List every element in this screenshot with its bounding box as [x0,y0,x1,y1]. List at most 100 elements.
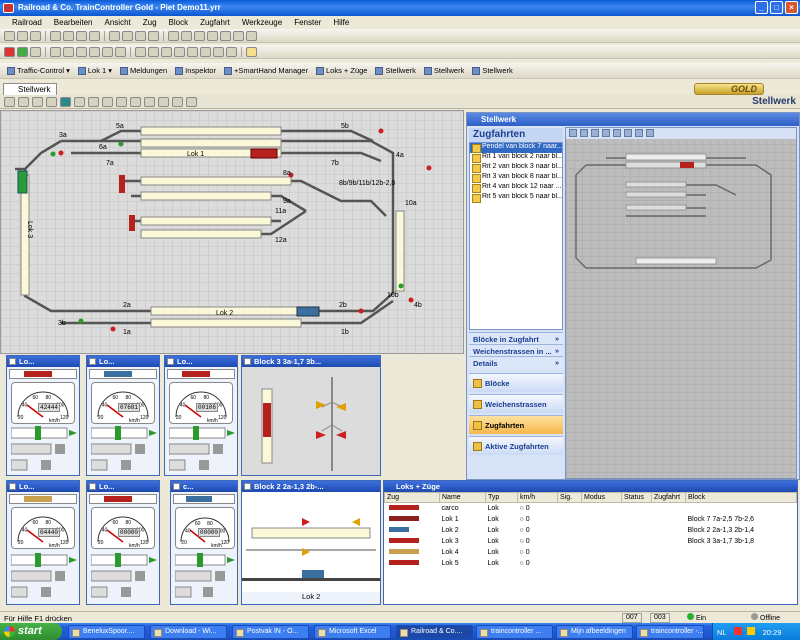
status-offline[interactable]: Offline [748,613,783,623]
train-icon[interactable] [63,46,74,57]
pencil-icon[interactable] [18,96,29,107]
lok-window-5[interactable]: Lo... 20 40 60 80 100 120 km/h 00000 [86,480,160,605]
new-icon[interactable] [4,30,15,41]
menu-zugfahrt[interactable]: Zugfahrt [194,16,236,29]
undo-icon[interactable] [109,30,120,41]
tray-icon[interactable] [734,627,743,635]
table-row[interactable]: carco Lok ○ 0 [385,503,797,514]
flag-icon[interactable] [161,46,172,57]
nav-zugfahrten-button[interactable]: Zugfahrten [469,415,563,434]
list-item[interactable]: Pendel van block 7 naar... [470,143,562,153]
help-icon[interactable] [246,30,257,41]
table-row[interactable]: Lok 3 Lok ○ 0 Block 3 3a-1,7 3b-1,8 [385,536,797,547]
lok-window-title[interactable]: Lo... [7,356,79,367]
throttle-controls[interactable] [91,553,157,601]
clock-icon[interactable] [246,46,257,57]
zoom-in-icon[interactable] [135,30,146,41]
block3-window[interactable]: Block 3 3a-1,7 3b... [241,355,381,476]
stellwerk-button-1[interactable]: Stellwerk [372,66,418,75]
first-icon[interactable] [569,129,577,137]
list-item[interactable]: Rit 4 van block 12 naar ... [470,183,562,193]
lok-window-title[interactable]: c... [171,481,237,492]
open-icon[interactable] [17,30,28,41]
block2-window[interactable]: Block 2 2a-1,3 2b-... Lok 2 [241,480,381,605]
counter-icon[interactable] [213,46,224,57]
loco-select[interactable] [173,494,235,504]
list-item[interactable]: Rit 1 van block 2 naar bl... [470,153,562,163]
menu-hilfe[interactable]: Hilfe [327,16,355,29]
language-indicator[interactable]: NL [717,628,726,637]
meldungen-button[interactable]: Meldungen [117,66,170,75]
brush-icon[interactable] [32,96,43,107]
menu-block[interactable]: Block [163,16,195,29]
fill-icon[interactable] [46,96,57,107]
magnet-icon[interactable] [187,46,198,57]
loco-list-icon[interactable] [226,46,237,57]
schedule-icon[interactable] [135,46,146,57]
menu-railroad[interactable]: Railroad [6,16,48,29]
throttle-controls[interactable] [175,553,235,601]
col-zugfahrt[interactable]: Zugfahrt [651,492,686,503]
rect-icon[interactable] [613,129,621,137]
prev-icon[interactable] [580,129,588,137]
loco-select[interactable] [89,369,157,379]
loks-zuege-window[interactable]: Loks + Züge Zug Name Typ km/h Sig. Modus… [383,480,798,605]
stellwerk-button-2[interactable]: Stellwerk [421,66,467,75]
col-sig[interactable]: Sig. [557,492,582,503]
script-icon[interactable] [200,46,211,57]
taskbar-item[interactable]: BeneluxSpoor.... [68,625,145,639]
next-icon[interactable] [591,129,599,137]
inspektor-button[interactable]: Inspektor [172,66,219,75]
tray-icon[interactable] [746,627,755,635]
col-kmh[interactable]: km/h [517,492,558,503]
taskbar-item[interactable]: Download - Wi... [150,625,227,639]
table-icon[interactable] [172,96,183,107]
text-icon[interactable] [116,96,127,107]
taskbar-item[interactable]: Postvak IN - O... [232,625,309,639]
table-row[interactable]: Lok 4 Lok ○ 0 [385,547,797,558]
image-icon[interactable] [186,96,197,107]
loco-select[interactable] [89,494,157,504]
list-item[interactable]: Rit 3 van block 8 naar bl... [470,173,562,183]
macro-icon[interactable] [148,46,159,57]
route-overview-map[interactable] [565,127,797,479]
track-layout-panel[interactable]: 3a 5a 5b 6a 7a 7b 4a Lok 1 8a 8b/9b/11b/… [0,110,464,354]
route-icon[interactable] [89,46,100,57]
taskbar-item[interactable]: Microsoft Excel [314,625,391,639]
loco-select[interactable] [9,494,77,504]
loks-zuege-button[interactable]: Loks + Züge [313,66,370,75]
loco-select[interactable] [9,369,77,379]
color-picker-icon[interactable] [60,96,71,107]
menu-werkzeuge[interactable]: Werkzeuge [236,16,288,29]
cut-icon[interactable] [50,30,61,41]
user-icon[interactable] [635,129,643,137]
loks-zuege-title[interactable]: Loks + Züge [384,481,797,492]
collapsible-details[interactable]: Details» [469,356,563,368]
shape-icon[interactable] [130,96,141,107]
menu-bearbeiten[interactable]: Bearbeiten [48,16,99,29]
nav-aktive-zugfahrten-button[interactable]: Aktive Zugfahrten [469,436,563,455]
clock[interactable]: 20:29 [763,628,782,637]
rect-icon[interactable] [88,96,99,107]
chart-icon[interactable] [158,96,169,107]
block-icon[interactable] [76,46,87,57]
signal-green-icon[interactable] [115,46,126,57]
menu-ansicht[interactable]: Ansicht [99,16,137,29]
col-status[interactable]: Status [621,492,652,503]
table-row[interactable]: Lok 2 Lok ○ 0 Block 2 2a-1,3 2b-1,4 [385,525,797,536]
lok-window-4[interactable]: Lo... 20 40 60 80 100 120 km/h 04440 [6,480,80,605]
lok-window-6[interactable]: c... 20 40 60 80 100 120 km/h 00000 [170,480,238,605]
lok-window-3[interactable]: Lo... 20 40 60 80 100 120 km/h 00106 [164,355,238,476]
copy-icon[interactable] [63,30,74,41]
counter-tool-icon[interactable] [144,96,155,107]
signal-icon[interactable] [194,30,205,41]
throttle-controls[interactable] [11,553,77,601]
minimize-button[interactable]: _ [755,1,768,14]
traffic-control-button[interactable]: Traffic-Control ▾ [4,66,73,75]
loco-icon[interactable] [50,46,61,57]
block2-window-title[interactable]: Block 2 2a-1,3 2b-... [242,481,380,492]
loco-select[interactable] [167,369,235,379]
taskbar-item[interactable]: traincontroller -... [636,625,704,639]
stop-icon[interactable] [4,46,15,57]
save-icon[interactable] [30,30,41,41]
